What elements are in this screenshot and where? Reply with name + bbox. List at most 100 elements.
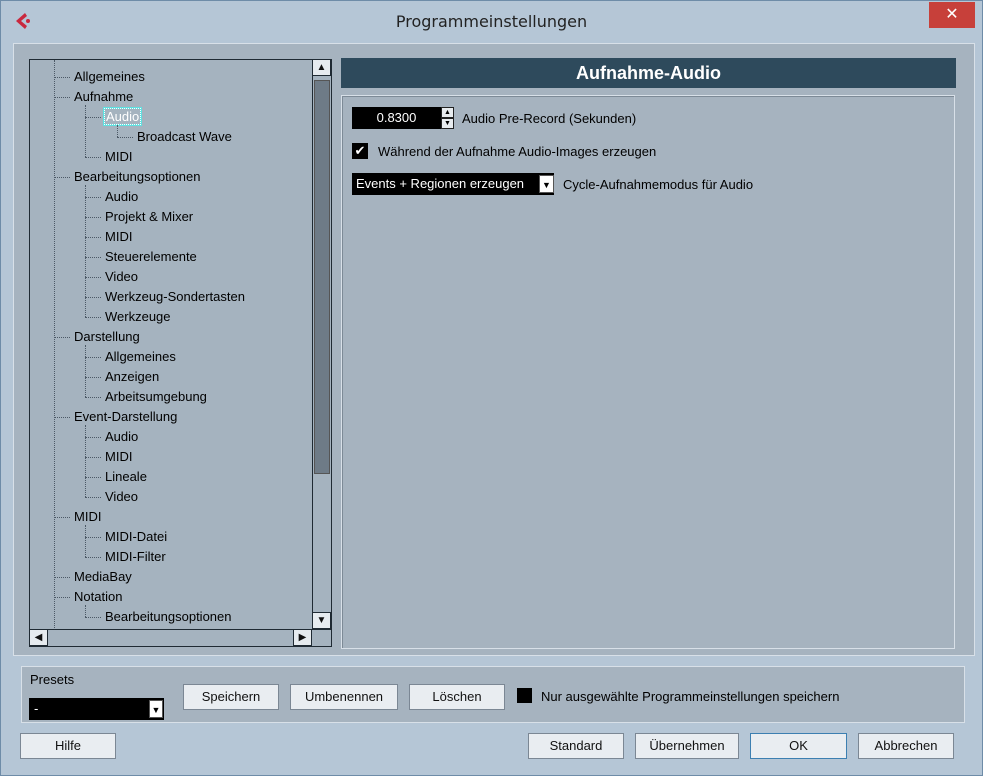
tree-connector <box>54 517 70 518</box>
tree-item-label: MIDI <box>74 509 102 524</box>
tree-item[interactable]: Allgemeines <box>74 67 145 87</box>
decrement-icon[interactable]: ▼ <box>441 118 454 129</box>
cycle-mode-label: Cycle-Aufnahmemodus für Audio <box>563 177 754 192</box>
tree-item-label: MediaBay <box>74 569 132 584</box>
tree-item[interactable]: Darstellung <box>74 327 140 347</box>
dropdown-arrow-icon[interactable]: ▼ <box>539 175 554 193</box>
tree-item[interactable]: Event-Darstellung <box>74 407 177 427</box>
tree-connector <box>85 537 101 538</box>
tree-item-label: Audio <box>105 189 139 204</box>
tree-item-label: Arbeitsumgebung <box>105 389 207 404</box>
only-selected-label: Nur ausgewählte Programmeinstellungen sp… <box>541 689 840 704</box>
tree-item[interactable]: Werkzeuge <box>105 307 171 327</box>
tree-connector <box>85 457 101 458</box>
tree-item-label: Broadcast Wave <box>137 129 232 144</box>
tree-item[interactable]: MIDI <box>105 227 132 247</box>
chevron-up-icon: ▲ <box>316 62 327 73</box>
audio-images-label: Während der Aufnahme Audio-Images erzeug… <box>378 144 657 159</box>
tree-item-label: Darstellung <box>74 329 140 344</box>
ok-button[interactable]: OK <box>750 733 847 759</box>
tree-item-label: Steuerelemente <box>105 249 197 264</box>
scroll-left-button[interactable]: ◀ <box>29 629 48 646</box>
tree-connector <box>54 177 70 178</box>
tree-item[interactable]: MIDI <box>105 147 132 167</box>
tree-item[interactable]: Audio <box>103 107 142 127</box>
tree-item[interactable]: Aufnahme <box>74 87 133 107</box>
tree-item[interactable]: MIDI <box>74 507 101 527</box>
tree-item-label: Allgemeines <box>74 69 145 84</box>
increment-icon[interactable]: ▲ <box>441 107 454 118</box>
tree-connector <box>85 617 101 618</box>
audio-images-checkbox[interactable]: ✔ <box>352 143 368 159</box>
delete-preset-button[interactable]: Löschen <box>409 684 505 710</box>
save-preset-button[interactable]: Speichern <box>183 684 279 710</box>
tree-item[interactable]: MIDI-Datei <box>105 527 167 547</box>
tree-connector <box>54 337 70 338</box>
tree-connector <box>85 557 101 558</box>
tree-item[interactable]: MediaBay <box>74 567 132 587</box>
close-button[interactable]: ✕ <box>929 2 975 28</box>
tree-item[interactable]: Broadcast Wave <box>137 127 232 147</box>
tree-connector <box>85 357 101 358</box>
chevron-right-icon: ▶ <box>298 632 307 643</box>
tree-item-label: Werkzeug-Sondertasten <box>105 289 245 304</box>
tree-connector <box>85 525 86 557</box>
tree-item[interactable]: Video <box>105 487 138 507</box>
scroll-right-button[interactable]: ▶ <box>293 629 312 646</box>
tree-item[interactable]: Audio <box>105 187 138 207</box>
tree-connector <box>85 317 101 318</box>
tree-item-label: Aufnahme <box>74 89 134 104</box>
tree-connector <box>85 477 101 478</box>
cycle-mode-select[interactable]: Events + Regionen erzeugen ▼ <box>352 173 554 195</box>
tree-item-label: MIDI-Filter <box>105 549 166 564</box>
tree-item[interactable]: Bearbeitungsoptionen <box>105 607 232 627</box>
tree-item[interactable]: MIDI <box>105 447 132 467</box>
tree-item[interactable]: Notation <box>74 587 122 607</box>
tree-item[interactable]: Steuerelemente <box>105 247 197 267</box>
tree-connector <box>85 185 86 317</box>
window-title: Programmeinstellungen <box>395 12 588 31</box>
tree-item[interactable]: Anzeigen <box>105 367 159 387</box>
tree-connector <box>85 257 101 258</box>
preset-select[interactable]: - ▼ <box>29 698 164 720</box>
tree-item[interactable]: MIDI-Filter <box>105 547 166 567</box>
help-button[interactable]: Hilfe <box>20 733 116 759</box>
chevron-left-icon: ◀ <box>34 632 43 643</box>
pre-record-input[interactable]: 0.8300 <box>352 107 441 129</box>
tree-item[interactable]: Audio <box>105 427 138 447</box>
tree-connector <box>54 77 70 78</box>
standard-button[interactable]: Standard <box>528 733 624 759</box>
scroll-up-button[interactable]: ▲ <box>312 59 331 76</box>
settings-tree[interactable]: Allgemeines Aufnahme Audio Broadcast Wave MI… <box>29 59 332 647</box>
tree-connector <box>85 497 101 498</box>
tree-item[interactable]: Lineale <box>105 467 147 487</box>
tree-item-label: Werkzeuge <box>105 309 171 324</box>
tree-connector <box>85 605 86 617</box>
scroll-down-button[interactable]: ▼ <box>312 612 331 629</box>
tree-item[interactable]: Projekt & Mixer <box>105 207 193 227</box>
tree-connector <box>54 60 55 630</box>
tree-item[interactable]: Werkzeug-Sondertasten <box>105 287 245 307</box>
tree-item[interactable]: Arbeitsumgebung <box>105 387 207 407</box>
tree-item[interactable]: Allgemeines <box>105 347 176 367</box>
pre-record-stepper[interactable]: ▲ ▼ <box>441 107 454 129</box>
tree-connector <box>54 577 70 578</box>
section-title: Aufnahme-Audio <box>341 58 956 88</box>
tree-item-label: MIDI <box>105 149 133 164</box>
tree-vertical-scrollbar[interactable]: ▲ ▼ <box>312 59 331 630</box>
tree-item[interactable]: Video <box>105 267 138 287</box>
tree-connector <box>85 297 101 298</box>
tree-horizontal-scrollbar[interactable]: ◀ ▶ <box>29 629 331 646</box>
tree-item[interactable]: Bearbeitungsoptionen <box>74 167 201 187</box>
cancel-button[interactable]: Abbrechen <box>858 733 954 759</box>
scroll-thumb[interactable] <box>314 80 330 474</box>
tree-item-label: Event-Darstellung <box>74 409 178 424</box>
rename-preset-button[interactable]: Umbenennen <box>290 684 398 710</box>
apply-button[interactable]: Übernehmen <box>635 733 739 759</box>
only-selected-checkbox[interactable] <box>517 688 532 703</box>
dropdown-arrow-icon[interactable]: ▼ <box>149 700 163 718</box>
tree-list[interactable]: Allgemeines Aufnahme Audio Broadcast Wave MI… <box>30 60 312 630</box>
tree-item-label: Allgemeines <box>105 349 176 364</box>
cycle-mode-value: Events + Regionen erzeugen <box>356 176 525 191</box>
tree-connector <box>85 437 101 438</box>
